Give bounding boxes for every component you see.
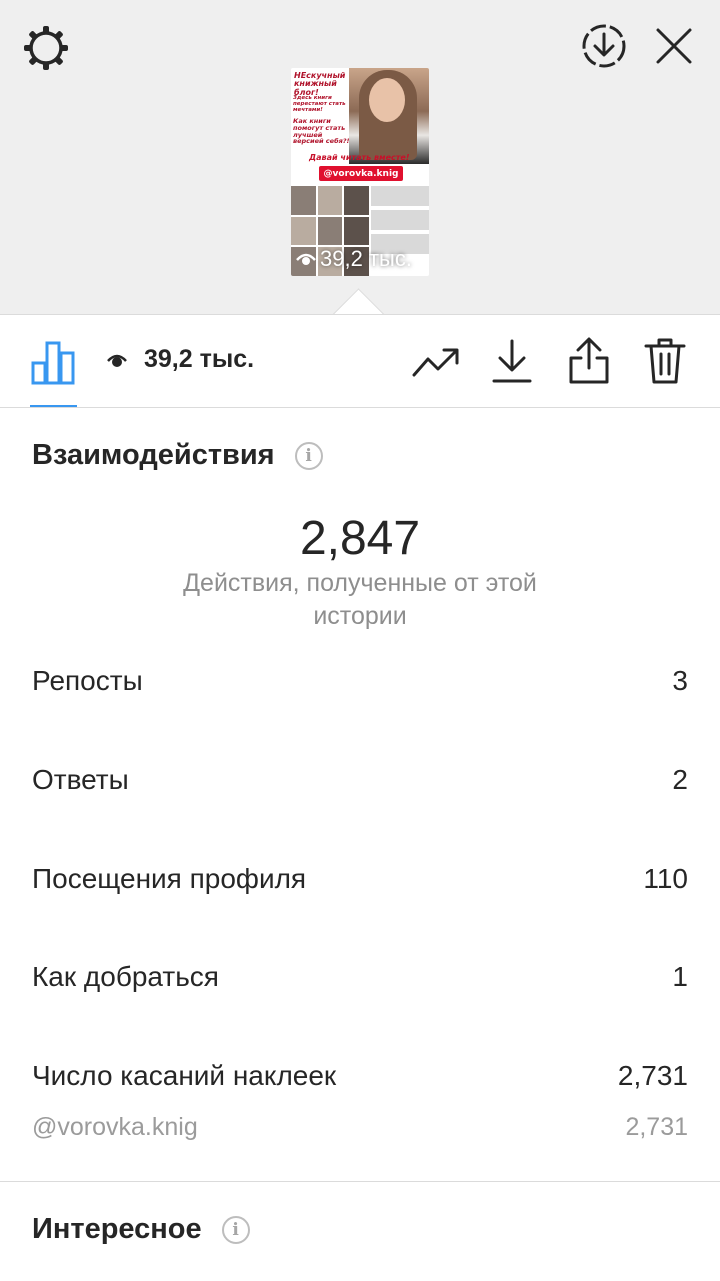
thumbnail-line2: Как книги помогут стать лучшей версией с…	[293, 117, 350, 146]
download-circle-icon	[582, 24, 626, 68]
share-button[interactable]	[564, 335, 614, 387]
settings-button[interactable]	[20, 22, 72, 74]
discovery-title: Интересное	[32, 1213, 202, 1245]
metric-subrow-sticker: @vorovka.knig 2,731	[32, 1113, 688, 1142]
metric-label: Ответы	[32, 764, 129, 795]
sticker-value: 2,731	[625, 1113, 688, 1141]
thumbnail-photo	[349, 68, 429, 164]
metric-value: 110	[643, 863, 688, 894]
trending-icon	[412, 348, 459, 377]
discovery-heading: Интересное i	[32, 1213, 250, 1246]
section-divider	[0, 1181, 720, 1182]
metric-row-replies: Ответы 2	[32, 764, 688, 796]
close-button[interactable]	[650, 22, 698, 70]
insights-panel: 39,2 тыс. Взаимодействия i 2,847 Действи…	[0, 314, 720, 1281]
metric-label: Репосты	[32, 665, 143, 696]
bar-chart-icon	[31, 341, 75, 385]
info-icon[interactable]: i	[221, 1215, 250, 1244]
thumbnail-line1: Здесь книги перестают стать мечтами!	[293, 95, 346, 113]
metric-label: Посещения профиля	[32, 863, 307, 894]
eye-icon	[296, 253, 316, 265]
delete-button[interactable]	[640, 335, 690, 387]
thumbnail-views-text: 39,2 тыс.	[320, 246, 412, 271]
active-tab-indicator	[30, 405, 77, 407]
thumbnail-cta: Давай читать вместе!	[309, 153, 410, 162]
metric-label: Число касаний наклеек	[32, 1060, 337, 1091]
story-thumbnail[interactable]: НЕскучный книжный блог! Здесь книги пере…	[291, 68, 429, 276]
metric-row-reposts: Репосты 3	[32, 665, 688, 697]
metric-value: 2	[672, 764, 688, 795]
download-button[interactable]	[488, 335, 536, 387]
thumbnail-views-overlay: 39,2 тыс.	[296, 246, 412, 272]
toolbar-views-text: 39,2 тыс.	[144, 345, 255, 373]
metric-value: 3	[672, 665, 688, 696]
interactions-title: Взаимодействия	[32, 439, 275, 471]
interactions-heading: Взаимодействия i	[32, 439, 323, 472]
toolbar-views: 39,2 тыс.	[106, 345, 254, 374]
share-icon	[569, 337, 609, 384]
story-preview-area: НЕскучный книжный блог! Здесь книги пере…	[0, 0, 720, 341]
trash-icon	[644, 338, 686, 384]
metric-value: 2,731	[617, 1060, 688, 1091]
interactions-total: 2,847	[299, 512, 421, 565]
info-icon[interactable]: i	[294, 441, 323, 470]
download-icon	[492, 339, 532, 383]
save-story-button[interactable]	[578, 20, 630, 72]
thumbnail-mention-sticker: @vorovka.knig	[319, 166, 403, 181]
promote-button[interactable]	[410, 339, 462, 385]
close-icon	[656, 28, 692, 64]
eye-icon	[107, 354, 127, 367]
metric-row-sticker-taps: Число касаний наклеек 2,731	[32, 1060, 688, 1092]
metric-row-directions: Как добраться 1	[32, 961, 688, 993]
thumbnail-title: НЕскучный книжный блог!	[294, 71, 346, 97]
interactions-caption: Действия, полученные от этой истории	[183, 569, 537, 630]
metric-row-profile-visits: Посещения профиля 110	[32, 863, 688, 895]
tab-insights[interactable]	[28, 337, 78, 387]
metric-value: 1	[672, 961, 688, 992]
sticker-label: @vorovka.knig	[32, 1113, 198, 1141]
gear-icon	[24, 26, 68, 70]
metric-label: Как добраться	[32, 961, 219, 992]
insights-toolbar: 39,2 тыс.	[0, 315, 720, 408]
